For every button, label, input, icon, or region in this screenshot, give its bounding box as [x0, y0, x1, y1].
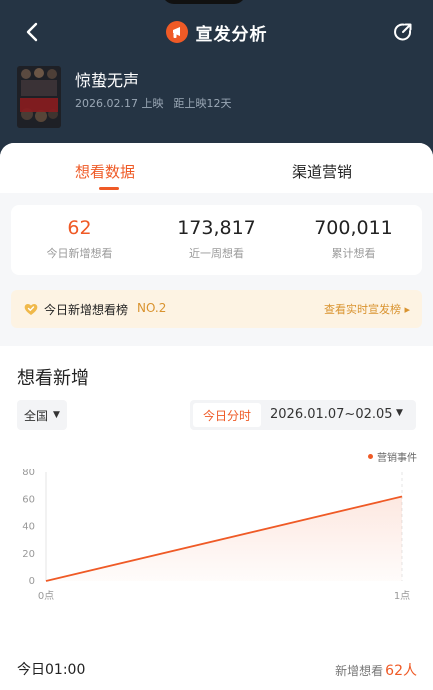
region-value: 全国 [24, 408, 49, 423]
trend-chart: 0 20 40 60 80 0点 1点 [22, 469, 410, 602]
camera-notch [162, 0, 246, 4]
legend-dot-icon [368, 454, 373, 459]
x-tick-label: 1点 [394, 590, 410, 602]
current-stat-value: 62人 [385, 663, 417, 679]
stat-total: 700,011 累计想看 [285, 217, 422, 261]
page-title: 宣发分析 [195, 24, 268, 45]
current-stat: 新增想看 62人 [335, 660, 417, 680]
date-range-value: 2026.01.07~02.05 [270, 407, 393, 422]
stat-today-new: 62 今日新增想看 [11, 217, 148, 261]
tab-want-data[interactable]: 想看数据 [75, 161, 135, 182]
chart-legend: 营销事件 [368, 449, 417, 464]
x-tick-label: 0点 [38, 590, 54, 602]
stat-label: 累计想看 [331, 247, 376, 260]
y-tick-label: 60 [22, 494, 35, 505]
current-time-label: 今日01:00 [17, 662, 86, 678]
stat-label: 近一周想看 [189, 247, 244, 260]
caret-down-icon: ▼ [396, 408, 403, 418]
title-bar: 宣发分析 [0, 18, 433, 46]
stat-week: 173,817 近一周想看 [148, 217, 285, 261]
movie-poster[interactable] [17, 66, 61, 128]
date-range-picker[interactable]: 今日分时 2026.01.07~02.05 ▼ [190, 400, 416, 430]
active-tab-indicator [99, 187, 119, 190]
want-trend-section: 想看新增 全国 ▼ 今日分时 2026.01.07~02.05 ▼ 营销事件 0… [0, 346, 433, 690]
tab-bar: 想看数据 渠道营销 [0, 143, 433, 193]
movie-title: 惊蛰无声 [75, 71, 140, 90]
stat-value: 62 [67, 217, 92, 239]
content-panel: 想看数据 渠道营销 62 今日新增想看 173,817 近一周想看 700,01… [0, 143, 433, 690]
share-button[interactable] [389, 18, 417, 46]
stat-value: 173,817 [177, 217, 256, 239]
stats-card: 62 今日新增想看 173,817 近一周想看 700,011 累计想看 [11, 205, 422, 275]
rank-banner[interactable]: 今日新增想看榜 NO.2 查看实时宣发榜 ▸ [11, 290, 422, 328]
stat-value: 700,011 [314, 217, 393, 239]
y-tick-label: 40 [22, 522, 35, 533]
y-tick-label: 0 [29, 576, 35, 587]
stat-label: 今日新增想看 [46, 247, 113, 260]
app-logo-icon [165, 21, 188, 43]
heart-icon [24, 304, 38, 315]
days-to-release: 距上映12天 [173, 97, 232, 110]
rank-label: 今日新增想看榜 [44, 303, 129, 317]
today-hourly-button[interactable]: 今日分时 [193, 403, 261, 427]
share-icon [394, 23, 412, 41]
release-date: 2026.02.17 上映 [75, 97, 164, 110]
top-header: 宣发分析 惊蛰无声 2026.02.17 上映 距上映12天 [0, 0, 433, 160]
movie-meta: 2026.02.17 上映 距上映12天 [75, 95, 231, 111]
section-title: 想看新增 [17, 368, 89, 389]
current-stat-label: 新增想看 [335, 664, 384, 678]
legend-label: 营销事件 [377, 453, 417, 464]
y-tick-label: 80 [22, 469, 35, 478]
y-tick-label: 20 [22, 549, 35, 560]
tab-channel-marketing[interactable]: 渠道营销 [292, 161, 352, 182]
rank-position: NO.2 [137, 301, 167, 315]
view-realtime-rank-link[interactable]: 查看实时宣发榜 ▸ [324, 301, 410, 317]
caret-down-icon: ▼ [53, 410, 60, 420]
region-select[interactable]: 全国 ▼ [17, 400, 67, 430]
